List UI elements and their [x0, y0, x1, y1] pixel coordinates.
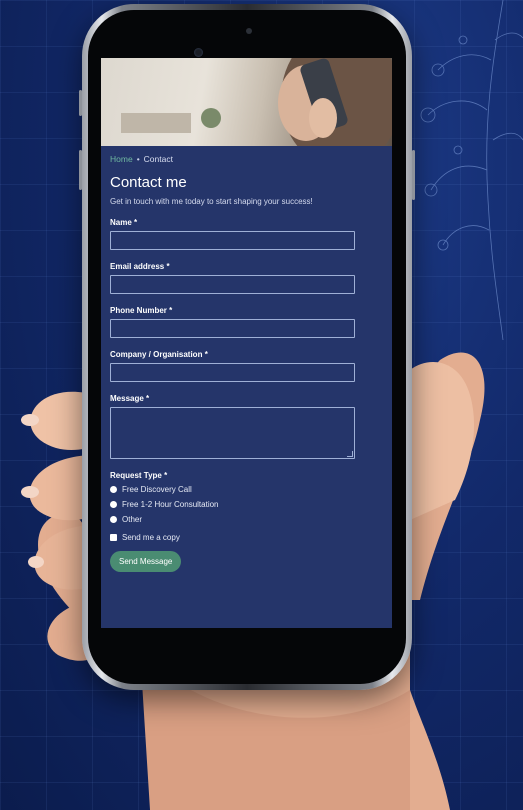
breadcrumb-separator: • — [136, 154, 140, 164]
resize-handle-icon[interactable] — [347, 451, 353, 457]
contact-form-container: Home • Contact Contact me Get in touch wit… — [110, 154, 368, 572]
company-label-text: Company / Organisation — [110, 350, 203, 359]
power-button — [412, 150, 415, 200]
required-marker: * — [204, 350, 208, 359]
request-type-label: Request Type * — [110, 471, 368, 480]
page-subtitle: Get in touch with me today to start shap… — [110, 197, 313, 206]
breadcrumb-home-link[interactable]: Home — [110, 154, 133, 164]
radio-button[interactable] — [110, 485, 117, 493]
required-marker: * — [169, 306, 173, 315]
radio-option-consultation[interactable]: Free 1-2 Hour Consultation — [110, 499, 368, 509]
required-marker: * — [164, 471, 168, 480]
request-type-label-text: Request Type — [110, 471, 162, 480]
message-label: Message * — [110, 394, 368, 403]
required-marker: * — [134, 218, 138, 227]
required-marker: * — [146, 394, 150, 403]
name-label: Name * — [110, 218, 368, 227]
message-textarea[interactable] — [110, 407, 355, 459]
radio-label: Free 1-2 Hour Consultation — [122, 499, 219, 509]
radio-label: Free Discovery Call — [122, 484, 192, 494]
send-copy-checkbox[interactable] — [110, 534, 117, 541]
email-label-text: Email address — [110, 262, 165, 271]
breadcrumb-current: Contact — [143, 154, 173, 164]
radio-button[interactable] — [110, 515, 117, 523]
radio-option-other[interactable]: Other — [110, 514, 368, 524]
send-message-button[interactable]: Send Message — [110, 551, 182, 572]
volume-button — [79, 90, 82, 116]
breadcrumb: Home • Contact — [110, 154, 368, 166]
hero-photo-shapes — [121, 58, 392, 146]
radio-button[interactable] — [110, 500, 117, 508]
phone-label: Phone Number * — [110, 306, 368, 315]
hero-image — [101, 58, 392, 146]
send-copy-label: Send me a copy — [122, 533, 180, 542]
volume-button — [79, 150, 82, 190]
speaker — [246, 28, 252, 34]
send-copy-option[interactable]: Send me a copy — [110, 533, 368, 542]
phone-input[interactable] — [110, 319, 355, 338]
radio-label: Other — [122, 514, 143, 524]
message-label-text: Message — [110, 394, 144, 403]
phone-label-text: Phone Number — [110, 306, 167, 315]
email-input[interactable] — [110, 275, 355, 294]
radio-option-discovery-call[interactable]: Free Discovery Call — [110, 484, 368, 494]
company-label: Company / Organisation * — [110, 350, 368, 359]
name-input[interactable] — [110, 231, 355, 250]
email-label: Email address * — [110, 262, 368, 271]
company-input[interactable] — [110, 363, 355, 382]
front-camera — [194, 48, 203, 57]
page-title: Contact me — [110, 174, 187, 191]
name-label-text: Name — [110, 218, 132, 227]
phone-screen: Home • Contact Contact me Get in touch wit… — [101, 58, 392, 628]
required-marker: * — [166, 262, 170, 271]
